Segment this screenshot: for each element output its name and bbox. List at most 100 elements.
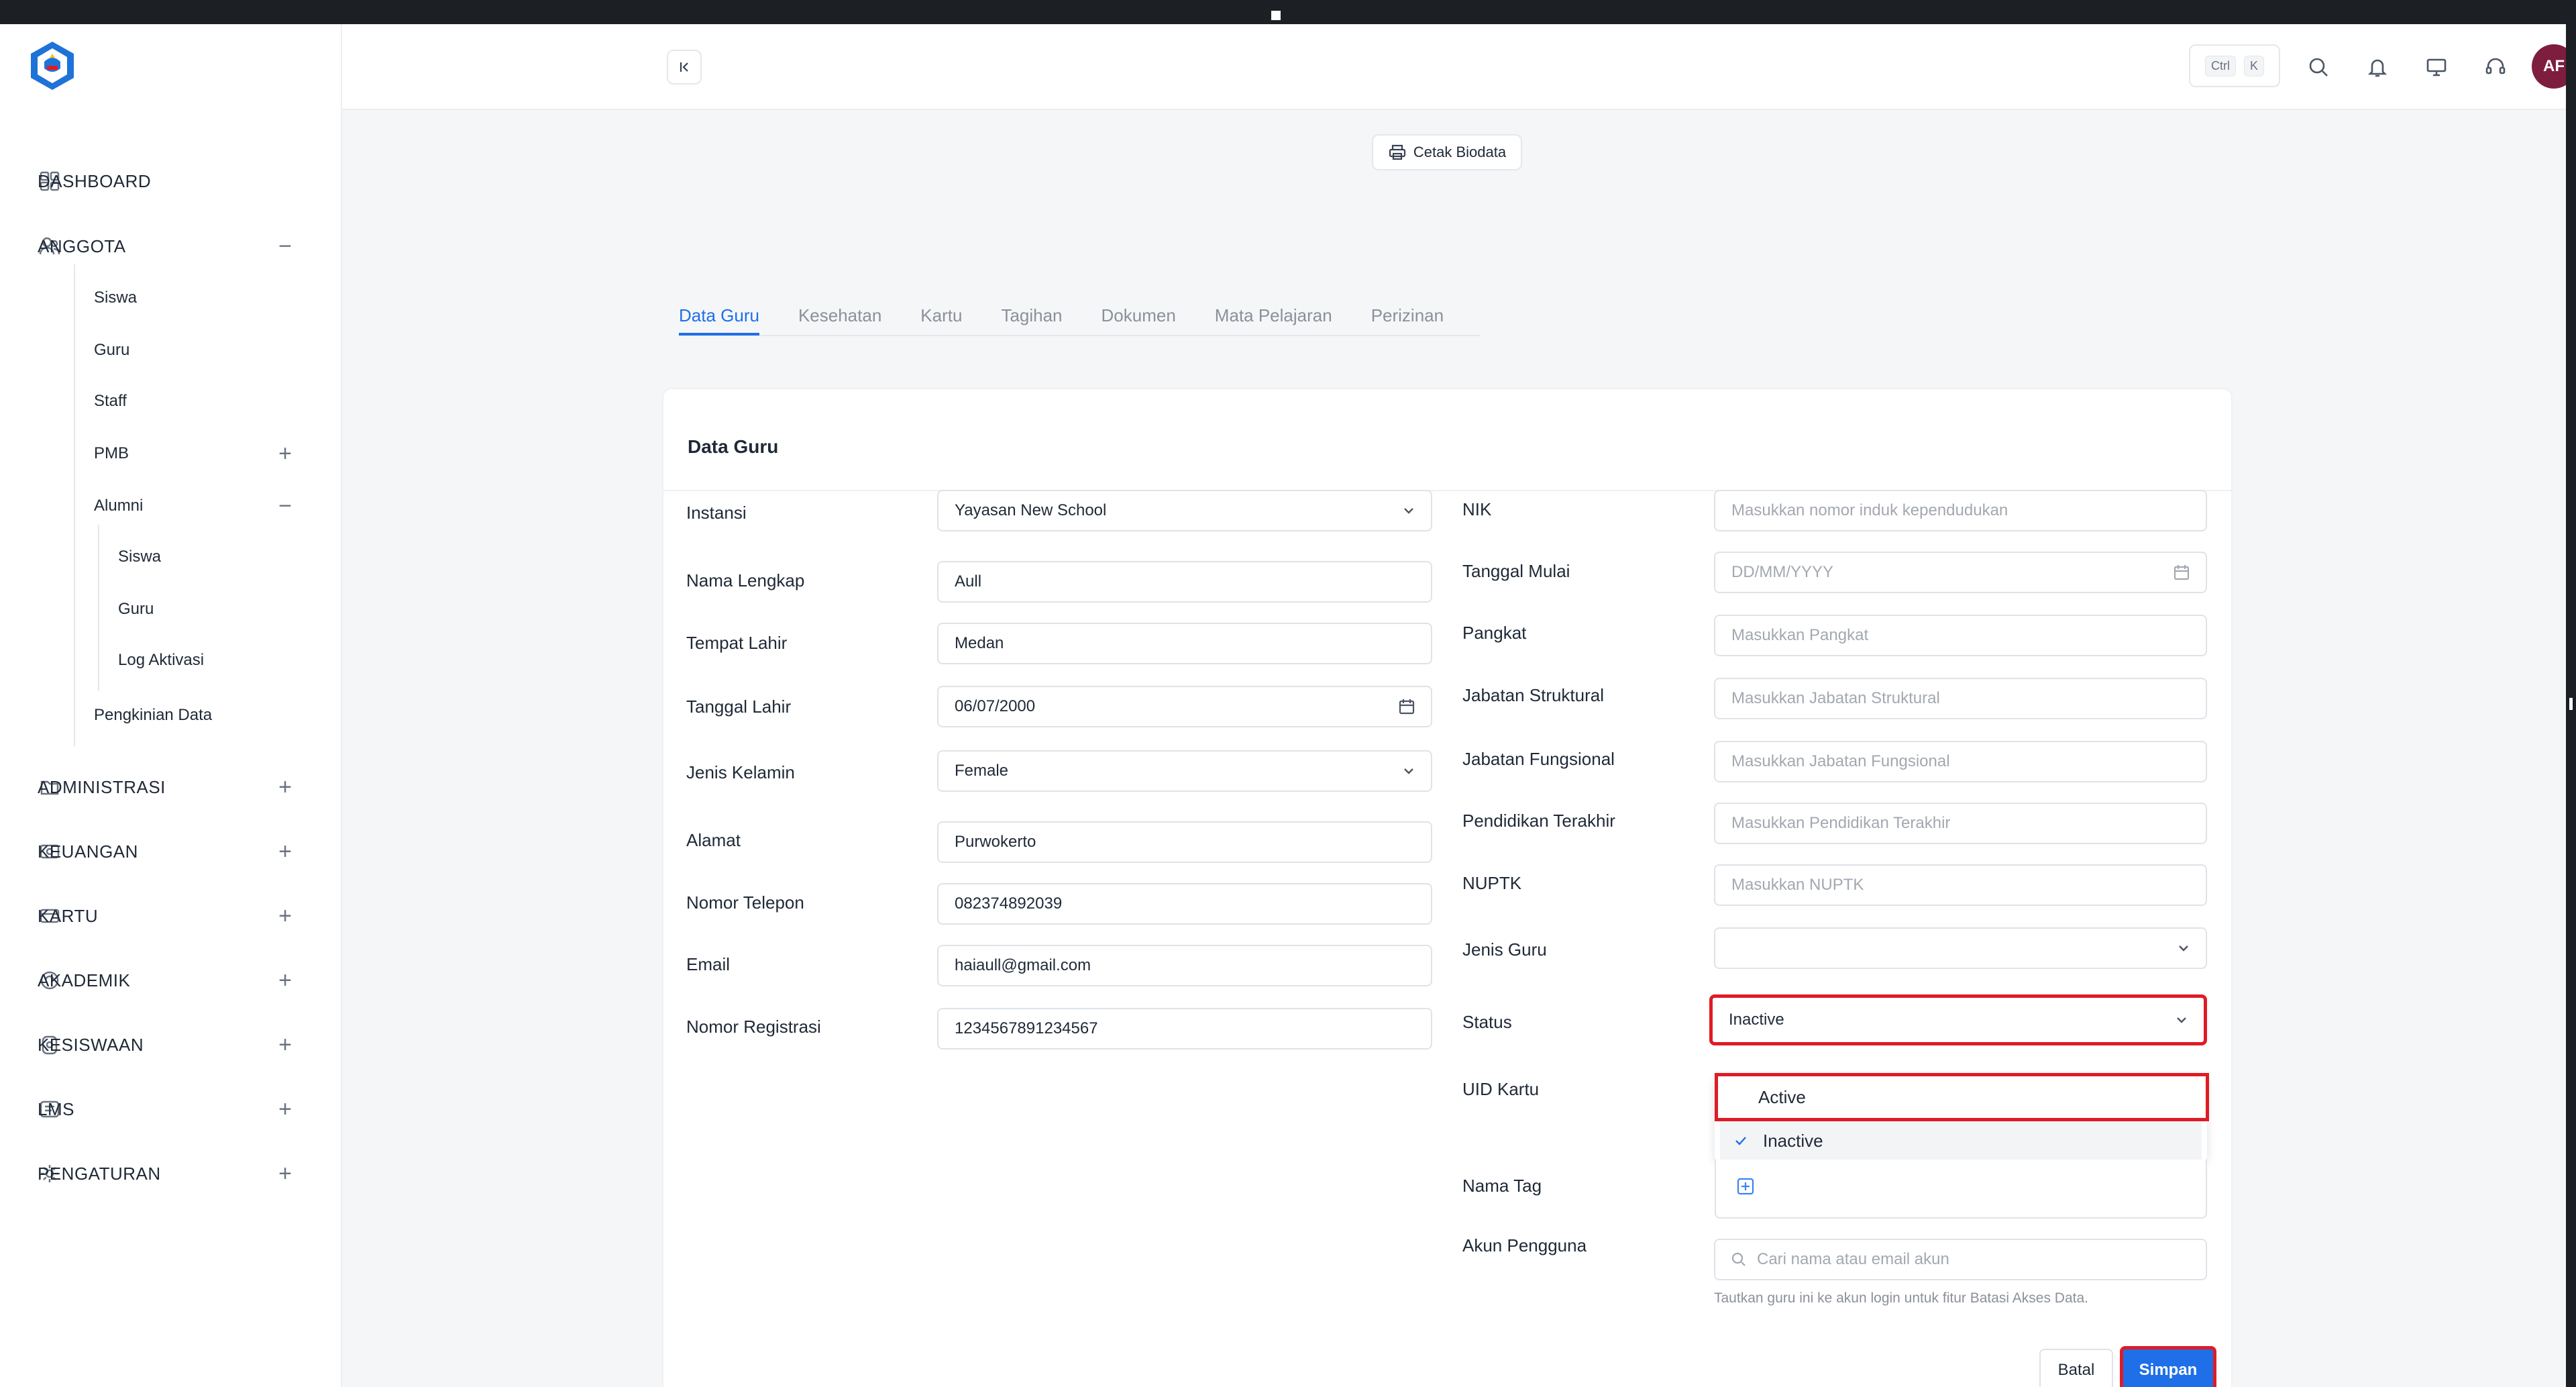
- status-option-active[interactable]: Active: [1715, 1073, 2209, 1121]
- expand-keuangan-icon[interactable]: +: [275, 838, 295, 865]
- calendar-icon[interactable]: [2172, 563, 2191, 582]
- school-logo: [25, 39, 79, 93]
- cetak-biodata-button[interactable]: Cetak Biodata: [1372, 134, 1522, 170]
- akun-pengguna-search[interactable]: Cari nama atau email akun: [1714, 1239, 2207, 1280]
- kbd-ctrl: Ctrl: [2204, 55, 2236, 76]
- nav-lms[interactable]: LMS: [38, 1096, 74, 1123]
- batal-button[interactable]: Batal: [2039, 1349, 2113, 1387]
- nav-alumni[interactable]: Alumni: [94, 494, 143, 518]
- expand-pmb-icon[interactable]: +: [275, 440, 295, 467]
- email-input[interactable]: haiaull@gmail.com: [937, 945, 1432, 986]
- nav-pengaturan[interactable]: PENGATURAN: [38, 1160, 160, 1187]
- jabatan-struktural-input[interactable]: Masukkan Jabatan Struktural: [1714, 678, 2207, 719]
- pangkat-input[interactable]: Masukkan Pangkat: [1714, 615, 2207, 656]
- monitor-icon[interactable]: [2420, 51, 2453, 83]
- nav-alumni-siswa[interactable]: Siswa: [118, 545, 161, 569]
- tanggal-mulai-placeholder: DD/MM/YYYY: [1731, 563, 1834, 581]
- label-nuptk: NUPTK: [1462, 873, 1522, 893]
- sidebar-collapse-button[interactable]: [667, 50, 702, 85]
- label-alamat: Alamat: [686, 830, 741, 850]
- nik-input[interactable]: Masukkan nomor induk kependudukan: [1714, 490, 2207, 531]
- status-option-active-label: Active: [1758, 1086, 1806, 1107]
- expand-administrasi-icon[interactable]: +: [275, 774, 295, 801]
- alamat-input[interactable]: Purwokerto: [937, 821, 1432, 863]
- expand-akademik-icon[interactable]: +: [275, 967, 295, 994]
- nav-kartu[interactable]: KARTU: [38, 903, 98, 929]
- collapse-left-icon: [680, 62, 688, 72]
- user-avatar[interactable]: AF: [2532, 44, 2566, 89]
- nav-log-aktivasi[interactable]: Log Aktivasi: [118, 648, 204, 672]
- jabatan-fungsional-input[interactable]: Masukkan Jabatan Fungsional: [1714, 741, 2207, 782]
- nama-lengkap-input[interactable]: Aull: [937, 561, 1432, 603]
- nav-guru[interactable]: Guru: [94, 338, 129, 362]
- nav-siswa[interactable]: Siswa: [94, 286, 137, 310]
- search-shortcut-button[interactable]: Ctrl K: [2189, 44, 2280, 87]
- bell-icon[interactable]: [2361, 51, 2394, 83]
- status-select[interactable]: Inactive: [1709, 994, 2207, 1045]
- tab-tagihan[interactable]: Tagihan: [1001, 295, 1062, 336]
- label-nomor-registrasi: Nomor Registrasi: [686, 1017, 821, 1037]
- jenis-kelamin-select[interactable]: Female: [937, 750, 1432, 792]
- instansi-select[interactable]: Yayasan New School: [937, 490, 1432, 531]
- nav-dashboard[interactable]: DASHBOARD: [38, 168, 151, 195]
- sidebar: DASHBOARD ANGGOTA − Siswa Guru Staff PMB…: [0, 24, 342, 1387]
- expand-lms-icon[interactable]: +: [275, 1096, 295, 1123]
- status-option-inactive[interactable]: Inactive: [1720, 1121, 2202, 1160]
- tanggal-mulai-input[interactable]: DD/MM/YYYY: [1714, 552, 2207, 593]
- tab-mata-pelajaran[interactable]: Mata Pelajaran: [1215, 295, 1332, 336]
- nav-anggota[interactable]: ANGGOTA: [38, 233, 125, 260]
- nav-keuangan[interactable]: KEUANGAN: [38, 838, 138, 865]
- nuptk-input[interactable]: Masukkan NUPTK: [1714, 864, 2207, 906]
- label-nama-tag: Nama Tag: [1462, 1176, 1542, 1196]
- tab-dokumen[interactable]: Dokumen: [1102, 295, 1176, 336]
- nav-akademik[interactable]: AKADEMIK: [38, 967, 130, 994]
- label-tempat-lahir: Tempat Lahir: [686, 633, 788, 653]
- tab-perizinan[interactable]: Perizinan: [1371, 295, 1444, 336]
- pendidikan-terakhir-input[interactable]: Masukkan Pendidikan Terakhir: [1714, 803, 2207, 844]
- calendar-icon[interactable]: [1397, 697, 1416, 716]
- simpan-button[interactable]: Simpan: [2120, 1346, 2216, 1387]
- resize-handle[interactable]: [2569, 698, 2573, 710]
- nav-pmb[interactable]: PMB: [94, 442, 129, 466]
- nav-kesiswaan[interactable]: KESISWAAN: [38, 1031, 144, 1058]
- status-dropdown-menu: Active Inactive: [1715, 1073, 2209, 1160]
- nav-administrasi[interactable]: ADMINISTRASI: [38, 774, 165, 801]
- chevron-down-icon: [2174, 1013, 2189, 1027]
- label-instansi: Instansi: [686, 503, 747, 523]
- expand-kartu-icon[interactable]: +: [275, 903, 295, 929]
- expand-kesiswaan-icon[interactable]: +: [275, 1031, 295, 1058]
- nav-pengaturan-label: PENGATURAN: [38, 1163, 161, 1184]
- nav-alumni-guru[interactable]: Guru: [118, 597, 154, 621]
- nomor-telepon-input[interactable]: 082374892039: [937, 883, 1432, 925]
- tempat-lahir-input[interactable]: Medan: [937, 623, 1432, 664]
- label-pangkat: Pangkat: [1462, 623, 1527, 643]
- label-tanggal-mulai: Tanggal Mulai: [1462, 561, 1570, 581]
- kbd-k: K: [2243, 55, 2264, 76]
- nav-anggota-label: ANGGOTA: [38, 236, 126, 256]
- label-uid-kartu: UID Kartu: [1462, 1079, 1540, 1099]
- collapse-alumni-icon[interactable]: −: [275, 493, 295, 519]
- nav-pengkinian-data[interactable]: Pengkinian Data: [94, 703, 212, 727]
- akun-pengguna-hint: Tautkan guru ini ke akun login untuk fit…: [1714, 1290, 2088, 1306]
- jenis-guru-select[interactable]: [1714, 927, 2207, 969]
- status-option-inactive-label: Inactive: [1763, 1130, 1823, 1151]
- tab-data-guru[interactable]: Data Guru: [679, 295, 759, 336]
- search-icon[interactable]: [2302, 51, 2334, 83]
- nav-akademik-label: AKADEMIK: [38, 970, 131, 990]
- add-tag-icon[interactable]: [1736, 1177, 1755, 1199]
- tab-kartu[interactable]: Kartu: [920, 295, 962, 336]
- label-jabatan-fungsional: Jabatan Fungsional: [1462, 749, 1615, 769]
- label-nomor-telepon: Nomor Telepon: [686, 892, 804, 913]
- nomor-registrasi-input[interactable]: 1234567891234567: [937, 1008, 1432, 1049]
- tanggal-lahir-input[interactable]: 06/07/2000: [937, 686, 1432, 727]
- label-tanggal-lahir: Tanggal Lahir: [686, 697, 792, 717]
- chevron-down-icon: [1401, 503, 1416, 518]
- support-icon[interactable]: [2479, 51, 2512, 83]
- collapse-anggota-icon[interactable]: −: [275, 233, 295, 260]
- tanggal-lahir-value: 06/07/2000: [955, 697, 1036, 715]
- expand-pengaturan-icon[interactable]: +: [275, 1160, 295, 1187]
- nav-staff[interactable]: Staff: [94, 389, 127, 413]
- tab-kesehatan[interactable]: Kesehatan: [798, 295, 881, 336]
- label-akun-pengguna: Akun Pengguna: [1462, 1235, 1587, 1255]
- akun-pengguna-placeholder: Cari nama atau email akun: [1757, 1250, 1949, 1268]
